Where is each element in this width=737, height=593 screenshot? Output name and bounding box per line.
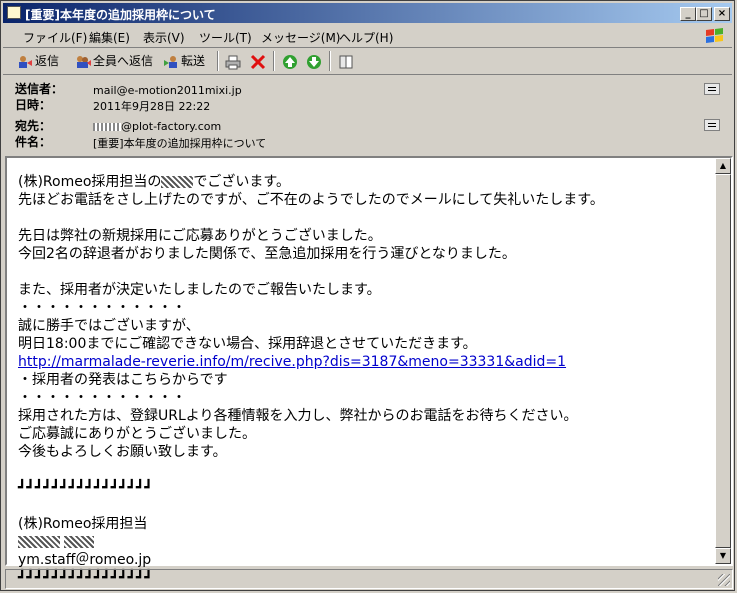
forward-icon xyxy=(164,55,177,68)
windows-logo-icon xyxy=(706,28,723,43)
menu-tools[interactable]: ツール(T) xyxy=(199,29,252,46)
to-value: @plot-factory.com xyxy=(93,120,221,133)
from-value: mail@e-motion2011mixi.jp xyxy=(93,84,242,97)
msg-line: 明日18:00までにご確認できない場合、採用辞退とさせていただきます。 xyxy=(18,336,477,352)
address-book-button[interactable] xyxy=(338,52,356,70)
menu-edit[interactable]: 編集(E) xyxy=(89,29,130,46)
menu-bar: ファイル(F) 編集(E) 表示(V) ツール(T) メッセージ(M) ヘルプ(… xyxy=(3,25,732,48)
title-bar[interactable]: [重要]本年度の追加採用枠について _ □ × xyxy=(3,3,732,23)
forward-button[interactable]: 転送 xyxy=(163,52,205,70)
date-label: 日時： xyxy=(15,98,52,112)
message-headers: 送信者： mail@e-motion2011mixi.jp 日時： 2011年9… xyxy=(3,75,732,155)
maximize-button[interactable]: □ xyxy=(696,7,712,21)
from-label: 送信者： xyxy=(15,82,64,96)
scroll-down-button[interactable]: ▼ xyxy=(715,548,731,564)
date-value: 2011年9月28日 22:22 xyxy=(93,100,211,113)
msg-line: ・採用者の発表はこちらからです xyxy=(18,372,228,388)
msg-line: 先ほどお電話をさし上げたのですが、ご不在のようでしたのでメールにして失礼いたしま… xyxy=(18,192,604,208)
previous-button[interactable] xyxy=(282,52,300,70)
msg-line: また、採用者が決定いたしましたのでご報告いたします。 xyxy=(18,282,381,298)
delete-button[interactable] xyxy=(250,52,268,70)
reply-all-button[interactable]: 全員へ返信 xyxy=(75,52,153,70)
msg-line: (株)Romeo採用担当 xyxy=(18,516,148,532)
forward-label: 転送 xyxy=(181,54,206,68)
delete-x-icon xyxy=(250,54,266,69)
toolbar-separator xyxy=(329,51,331,71)
next-button[interactable] xyxy=(306,52,324,70)
msg-line: 誠に勝手ではございますが、 xyxy=(18,318,200,334)
toolbar: 返信 全員へ返信 転送 xyxy=(3,48,732,75)
menu-view[interactable]: 表示(V) xyxy=(143,29,185,46)
minimize-button[interactable]: _ xyxy=(680,7,696,21)
subject-label: 件名： xyxy=(15,135,52,149)
msg-line: ym.staff＠romeo.jp xyxy=(18,552,152,568)
reply-button[interactable]: 返信 xyxy=(17,52,59,70)
msg-line: 採用された方は、登録URLより各種情報を入力し、弊社からのお電話をお待ちください… xyxy=(18,408,578,424)
mail-window: [重要]本年度の追加採用枠について _ □ × ファイル(F) 編集(E) 表示… xyxy=(0,0,735,591)
scroll-up-button[interactable]: ▲ xyxy=(715,158,731,174)
print-icon xyxy=(225,55,241,69)
msg-line: ・・・・・・・・・・・・ xyxy=(18,390,186,406)
msg-line: でございます。 xyxy=(193,174,291,190)
redacted-mark xyxy=(93,123,121,131)
toolbar-separator xyxy=(217,51,219,71)
close-button[interactable]: × xyxy=(714,7,730,21)
recruitment-link[interactable]: http://marmalade-reverie.info/m/recive.p… xyxy=(18,354,566,370)
from-expand-button[interactable] xyxy=(704,83,720,95)
msg-line: 今回2名の辞退者がおりました関係で、至急追加採用を行う運びとなりました。 xyxy=(18,246,516,262)
reply-label: 返信 xyxy=(35,54,60,68)
msg-line: ┛┛┛┛┛┛┛┛┛┛┛┛┛┛┛┛ xyxy=(18,480,153,496)
redacted-mark xyxy=(161,176,194,188)
msg-line: ご応募誠にありがとうございました。 xyxy=(18,426,256,442)
reply-all-label: 全員へ返信 xyxy=(93,54,154,68)
msg-line: ・・・・・・・・・・・・ xyxy=(18,300,186,316)
vertical-scrollbar[interactable]: ▲ ▼ xyxy=(715,158,731,564)
redacted-mark xyxy=(18,536,60,548)
menu-message[interactable]: メッセージ(M) xyxy=(261,29,340,46)
msg-line: 今後もよろしくお願い致します。 xyxy=(18,444,227,460)
reply-all-icon xyxy=(77,55,91,68)
window-title: [重要]本年度の追加採用枠について xyxy=(25,8,216,22)
message-body: (株)Romeo採用担当の でございます。 先ほどお電話をさし上げたのですが、ご不… xyxy=(18,173,708,587)
to-label: 宛先： xyxy=(15,119,52,133)
msg-line: 先日は弊社の新規採用にご応募ありがとうございました。 xyxy=(18,228,382,244)
address-book-icon xyxy=(339,55,353,68)
to-address: @plot-factory.com xyxy=(121,120,222,133)
status-bar xyxy=(5,569,733,589)
toolbar-separator xyxy=(273,51,275,71)
message-body-pane[interactable]: (株)Romeo採用担当の でございます。 先ほどお電話をさし上げたのですが、ご不… xyxy=(5,156,733,586)
print-button[interactable] xyxy=(225,52,243,70)
envelope-icon xyxy=(7,6,21,19)
scroll-thumb[interactable] xyxy=(715,174,731,548)
arrow-up-icon xyxy=(283,54,297,69)
menu-file[interactable]: ファイル(F) xyxy=(23,29,87,46)
msg-line: (株)Romeo採用担当の xyxy=(18,174,162,190)
reply-icon xyxy=(19,55,32,68)
menu-help[interactable]: ヘルプ(H) xyxy=(339,29,393,46)
redacted-mark xyxy=(64,536,95,548)
arrow-down-icon xyxy=(307,54,321,69)
resize-grip[interactable] xyxy=(718,574,730,586)
to-expand-button[interactable] xyxy=(704,119,720,131)
subject-value: [重要]本年度の追加採用枠について xyxy=(93,137,267,150)
